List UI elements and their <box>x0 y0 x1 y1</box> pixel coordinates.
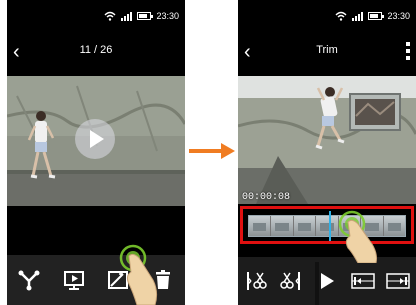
video-preview[interactable] <box>238 76 416 204</box>
page-title: Trim <box>316 44 338 56</box>
arrow-right-icon <box>189 143 235 159</box>
trim-toolbar <box>238 257 416 305</box>
signal-icon <box>121 11 133 21</box>
edit-video-icon[interactable] <box>103 265 133 295</box>
preview-end-icon[interactable] <box>383 266 413 296</box>
header: ‹ Trim <box>238 32 416 72</box>
video-thumbnail[interactable] <box>7 76 185 206</box>
gallery-screen: 23:30 ‹ 11 / 26 <box>7 0 185 305</box>
photo-counter: 11 / 26 <box>79 44 113 56</box>
video-frame-image <box>238 76 416 204</box>
status-bar: 23:30 <box>238 0 416 32</box>
frame-strip[interactable] <box>248 215 406 237</box>
trim-start-icon[interactable] <box>241 266 271 296</box>
preview-start-icon[interactable] <box>348 266 378 296</box>
status-bar: 23:30 <box>7 0 185 32</box>
status-time: 23:30 <box>156 11 179 21</box>
playhead-marker[interactable] <box>329 211 331 241</box>
play-overlay-icon[interactable] <box>75 119 115 159</box>
delete-icon[interactable] <box>148 265 178 295</box>
callout-line-icon <box>315 262 319 305</box>
slideshow-icon[interactable] <box>59 265 89 295</box>
trim-end-icon[interactable] <box>276 266 306 296</box>
trim-timeline[interactable] <box>240 206 414 244</box>
wifi-icon <box>104 11 116 21</box>
share-icon[interactable] <box>14 265 44 295</box>
gallery-toolbar <box>7 255 185 305</box>
wifi-icon <box>335 11 347 21</box>
timecode-label: 00:00:08 <box>242 192 291 203</box>
status-time: 23:30 <box>387 11 410 21</box>
signal-icon <box>352 11 364 21</box>
battery-icon <box>368 12 385 20</box>
battery-icon <box>137 12 154 20</box>
header: ‹ 11 / 26 <box>7 32 185 72</box>
more-options-icon[interactable] <box>406 42 410 60</box>
trim-screen: 23:30 ‹ Trim 00:00:08 <box>238 0 416 305</box>
